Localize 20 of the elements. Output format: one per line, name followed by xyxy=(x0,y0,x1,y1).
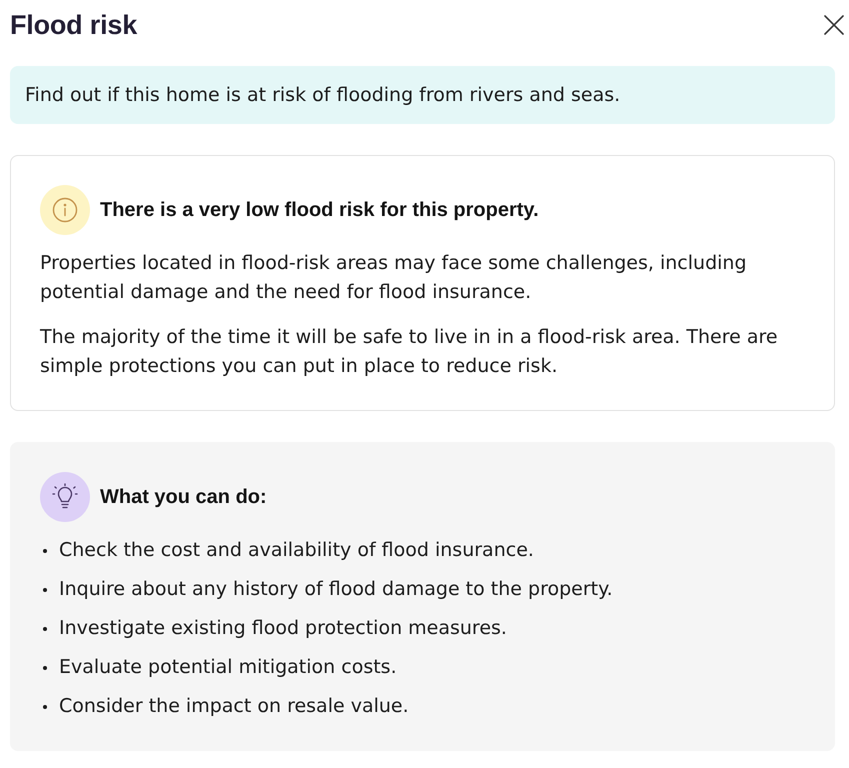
bullet-icon xyxy=(43,666,47,670)
actions-heading: What you can do: xyxy=(100,486,267,508)
bullet-icon xyxy=(43,548,47,552)
action-item: Investigate existing flood protection measures. xyxy=(59,616,507,641)
intro-text: Find out if this home is at risk of flooding from rivers and seas. xyxy=(25,84,620,106)
action-item: Evaluate potential mitigation costs. xyxy=(59,655,397,680)
action-item: Check the cost and availability of flood insurance. xyxy=(59,538,534,563)
lightbulb-icon xyxy=(40,472,90,522)
risk-paragraph: The majority of the time it will be safe to live in in a flood-risk area. There are simple protections you can put in place to reduce risk. xyxy=(40,325,779,379)
close-icon xyxy=(824,15,844,35)
info-icon xyxy=(40,185,90,235)
risk-paragraph: Properties located in flood-risk areas may face some challenges, including potential damage and the need for flood insurance. xyxy=(40,251,748,305)
risk-heading: There is a very low flood risk for this property. xyxy=(100,198,539,222)
bullet-icon xyxy=(43,704,47,708)
dialog-title: Flood risk xyxy=(10,10,138,40)
close-button[interactable] xyxy=(824,15,844,35)
action-item: Inquire about any history of flood damage to the property. xyxy=(59,577,613,602)
action-item: Consider the impact on resale value. xyxy=(59,694,409,719)
bullet-icon xyxy=(43,626,47,630)
bullet-icon xyxy=(43,588,47,592)
